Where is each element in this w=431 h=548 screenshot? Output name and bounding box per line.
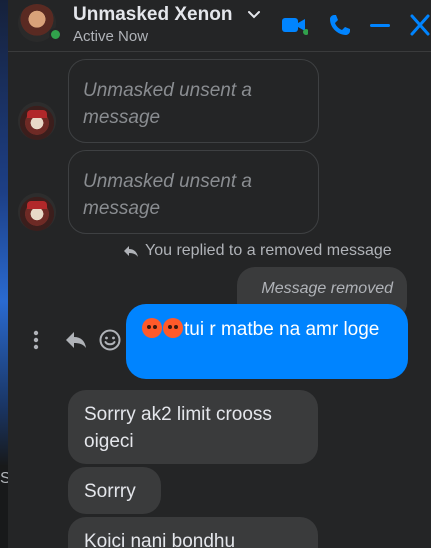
replied-note: You replied to a removed message xyxy=(123,242,392,260)
reply-icon xyxy=(124,246,138,257)
background-page-strip xyxy=(0,0,8,548)
unsent-message-bubble: Unmasked unsent a message xyxy=(68,59,319,143)
received-message-bubble[interactable]: Sorrry ak2 limit crooss oigeci xyxy=(68,390,318,464)
message-actions xyxy=(30,328,122,352)
angry-face-icon xyxy=(163,318,183,338)
avatar[interactable] xyxy=(18,193,56,231)
unsent-message-bubble: Unmasked unsent a message xyxy=(68,150,319,234)
minimize-icon[interactable] xyxy=(366,12,394,38)
reply-icon[interactable] xyxy=(64,328,88,352)
received-message-bubble[interactable]: Sorrry xyxy=(68,467,161,514)
online-status-dot xyxy=(49,28,62,41)
chat-header[interactable]: Unmasked Xenon Active Now xyxy=(8,0,431,52)
avatar[interactable] xyxy=(18,102,56,140)
chevron-down-icon[interactable] xyxy=(245,6,263,24)
more-options-icon[interactable] xyxy=(30,328,54,352)
angry-face-icon xyxy=(142,318,162,338)
received-message-bubble[interactable]: Koici nani bondhu xyxy=(68,517,318,548)
emoji-react-icon[interactable] xyxy=(98,328,122,352)
chat-window: Unmasked Xenon Active Now Unmasked unsen… xyxy=(8,0,431,548)
close-icon[interactable] xyxy=(406,12,431,38)
phone-icon[interactable] xyxy=(326,12,354,38)
contact-name[interactable]: Unmasked Xenon xyxy=(73,4,232,26)
replied-note-text: You replied to a removed message xyxy=(145,242,392,259)
sent-message-text: tui r matbe na amr loge xyxy=(184,319,380,340)
active-status: Active Now xyxy=(73,28,149,45)
sent-message-bubble[interactable]: tui r matbe na amr loge xyxy=(126,304,408,379)
video-call-icon[interactable] xyxy=(280,12,308,38)
